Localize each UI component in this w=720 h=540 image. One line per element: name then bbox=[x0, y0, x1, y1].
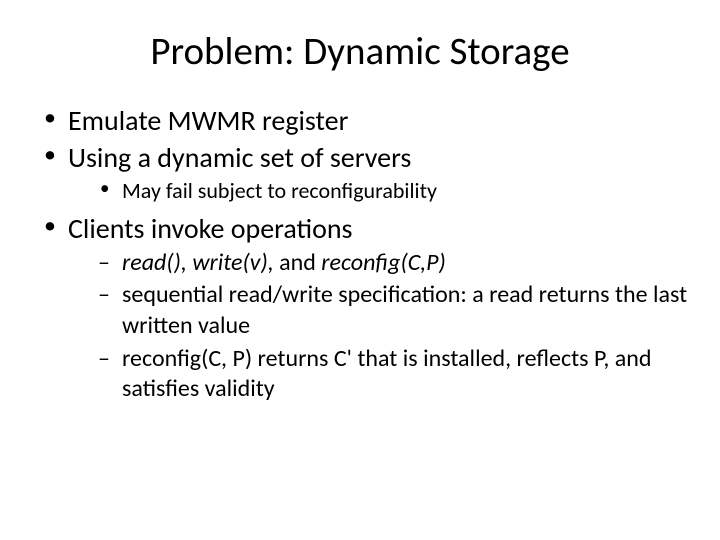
bullet-list: Emulate MWMR register Using a dynamic se… bbox=[40, 103, 690, 405]
op-reconfig: reconfig(C,P) bbox=[321, 248, 446, 277]
bullet-text: reconfig(C, P) returns C' that is instal… bbox=[122, 344, 652, 404]
sub-bullet-list: May fail subject to reconfigurability bbox=[94, 177, 690, 205]
sub-dash-list: read(), write(v), and reconfig(C,P) sequ… bbox=[98, 248, 690, 406]
bullet-clients-invoke: Clients invoke operations read(), write(… bbox=[40, 211, 690, 406]
bullet-text: sequential read/write specification: a r… bbox=[122, 280, 687, 340]
op-read-write: read(), write(v), bbox=[122, 248, 279, 277]
bullet-text: Clients invoke operations bbox=[68, 211, 353, 246]
sub-item-operations: read(), write(v), and reconfig(C,P) bbox=[98, 248, 690, 279]
slide: Problem: Dynamic Storage Emulate MWMR re… bbox=[0, 0, 720, 540]
sub-bullet-may-fail: May fail subject to reconfigurability bbox=[94, 177, 690, 205]
bullet-text: Using a dynamic set of servers bbox=[68, 140, 411, 175]
op-and: and bbox=[279, 248, 321, 277]
bullet-emulate: Emulate MWMR register bbox=[40, 103, 690, 138]
bullet-dynamic-set: Using a dynamic set of servers May fail … bbox=[40, 140, 690, 205]
bullet-text: Emulate MWMR register bbox=[68, 103, 348, 138]
slide-title: Problem: Dynamic Storage bbox=[30, 28, 690, 75]
bullet-text: May fail subject to reconfigurability bbox=[122, 177, 437, 204]
sub-item-sequential-spec: sequential read/write specification: a r… bbox=[98, 280, 690, 341]
sub-item-reconfig-returns: reconfig(C, P) returns C' that is instal… bbox=[98, 344, 690, 405]
